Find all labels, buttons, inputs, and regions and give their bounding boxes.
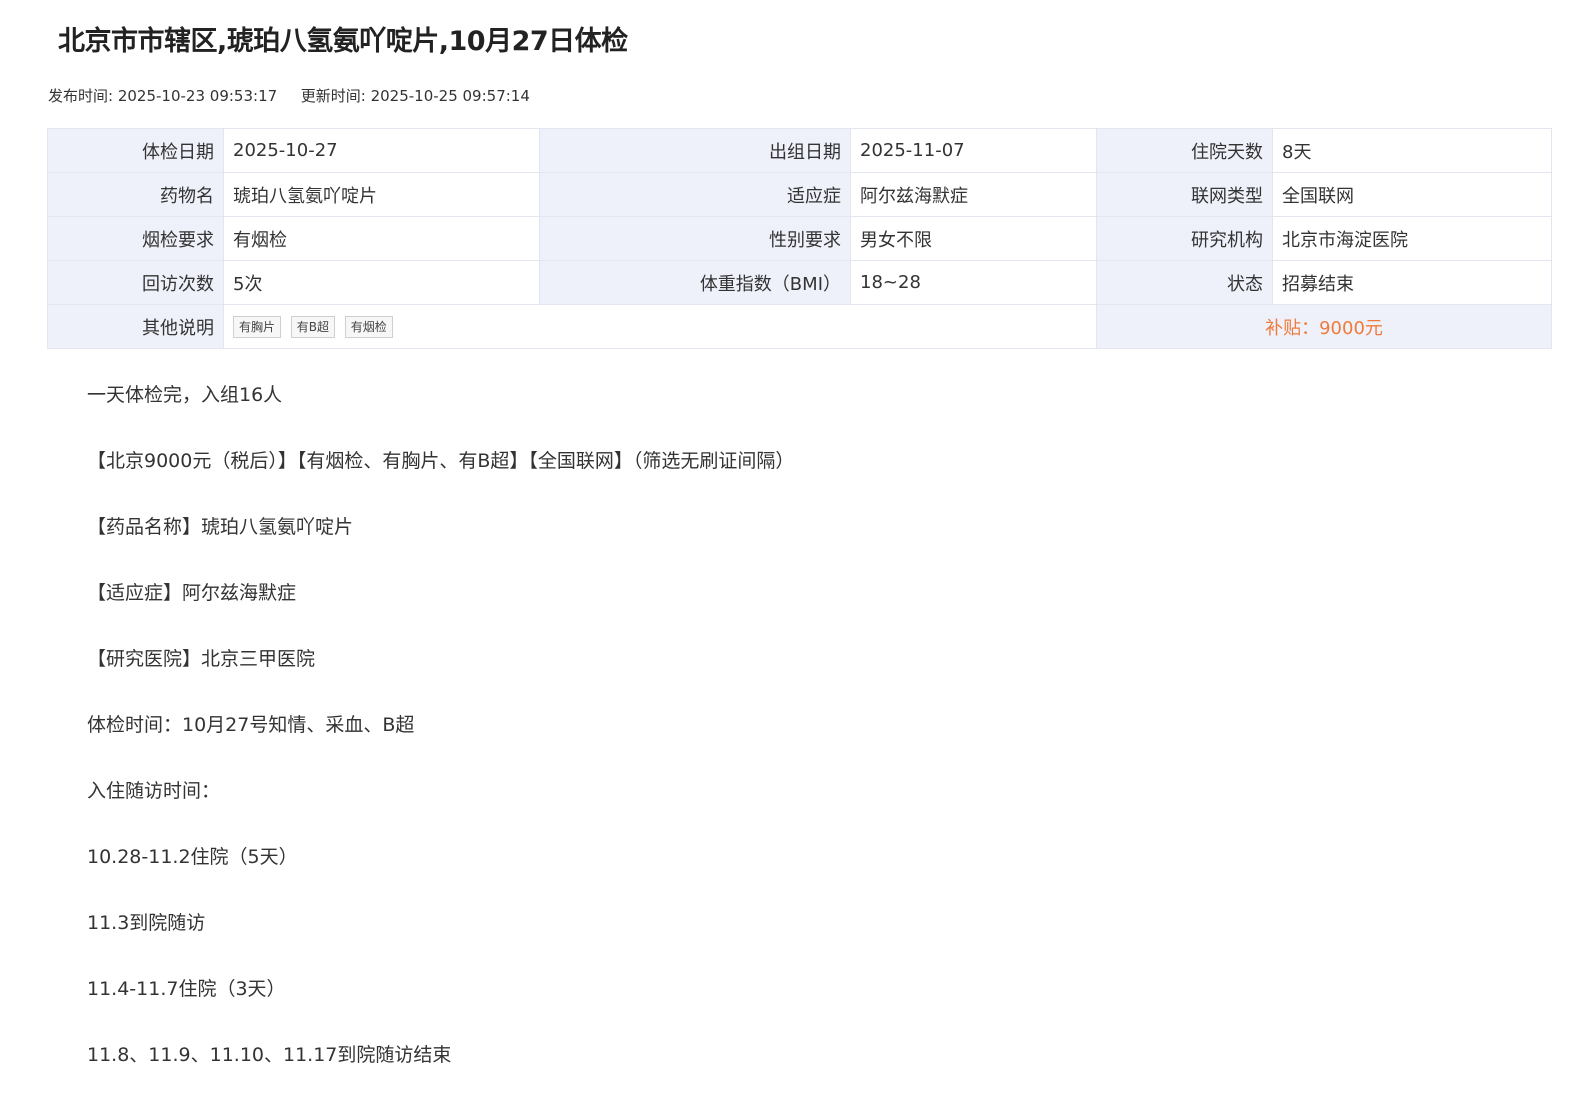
subsidy-amount: 补贴：9000元 [1096,304,1552,349]
page: 北京市市辖区,琥珀八氢氨吖啶片,10月27日体检 发布时间: 2025-10-2… [0,0,1589,1107]
exit-date-label: 出组日期 [539,128,851,173]
bmi-value: 18~28 [850,260,1097,305]
paragraph: 入住随访时间： [87,780,221,802]
exam-date-value: 2025-10-27 [223,128,540,173]
hospital-days-label: 住院天数 [1096,128,1273,173]
status-label: 状态 [1096,260,1273,305]
info-row: 药物名 琥珀八氢氨吖啶片 适应症 阿尔兹海默症 联网类型 全国联网 [47,172,1552,217]
update-time-label: 更新时间: [300,87,366,105]
indication-value: 阿尔兹海默症 [850,172,1097,217]
paragraph: 11.3到院随访 [87,912,206,934]
update-time: 2025-10-25 09:57:14 [370,87,530,105]
tag: 有胸片 [233,315,282,338]
tag: 有烟检 [344,315,393,338]
article-body: 一天体检完，入组16人 【北京9000元（税后）】【有烟检、有胸片、有B超】【全… [87,376,1537,1102]
paragraph: 一天体检完，入组16人 [87,384,283,406]
drug-name-label: 药物名 [47,172,224,217]
other-notes-label: 其他说明 [47,304,224,349]
visit-count-value: 5次 [223,260,540,305]
smoke-check-label: 烟检要求 [47,216,224,261]
info-row: 体检日期 2025-10-27 出组日期 2025-11-07 住院天数 8天 [47,128,1552,173]
paragraph: 10.28-11.2住院（5天） [87,846,298,868]
status-value: 招募结束 [1272,260,1552,305]
info-row: 烟检要求 有烟检 性别要求 男女不限 研究机构 北京市海淀医院 [47,216,1552,261]
paragraph: 【适应症】阿尔兹海默症 [87,582,297,604]
trial-info-table: 体检日期 2025-10-27 出组日期 2025-11-07 住院天数 8天 … [47,128,1552,349]
info-row: 回访次数 5次 体重指数（BMI） 18~28 状态 招募结束 [47,260,1552,305]
paragraph: 【研究医院】北京三甲医院 [87,648,316,670]
paragraph: 体检时间：10月27号知情、采血、B超 [87,714,415,736]
exit-date-value: 2025-11-07 [850,128,1097,173]
page-title: 北京市市辖区,琥珀八氢氨吖啶片,10月27日体检 [58,26,628,57]
indication-label: 适应症 [539,172,851,217]
paragraph: 【北京9000元（税后）】【有烟检、有胸片、有B超】【全国联网】（筛选无刷证间隔… [87,450,795,472]
visit-count-label: 回访次数 [47,260,224,305]
paragraph: 【药品名称】琥珀八氢氨吖啶片 [87,516,354,538]
network-type-value: 全国联网 [1272,172,1552,217]
other-notes-tags: 有胸片 有B超 有烟检 [223,304,1097,349]
tag: 有B超 [290,315,335,338]
paragraph: 11.4-11.7住院（3天） [87,978,286,1000]
publish-time: 2025-10-23 09:53:17 [117,87,278,105]
publish-time-label: 发布时间: [48,87,114,105]
institution-label: 研究机构 [1096,216,1273,261]
hospital-days-value: 8天 [1272,128,1552,173]
gender-value: 男女不限 [850,216,1097,261]
post-meta: 发布时间: 2025-10-23 09:53:17 更新时间: 2025-10-… [48,86,530,106]
gender-label: 性别要求 [539,216,851,261]
paragraph: 11.8、11.9、11.10、11.17到院随访结束 [87,1044,452,1066]
institution-value: 北京市海淀医院 [1272,216,1552,261]
exam-date-label: 体检日期 [47,128,224,173]
info-row: 其他说明 有胸片 有B超 有烟检 补贴：9000元 [47,304,1552,349]
smoke-check-value: 有烟检 [223,216,540,261]
bmi-label: 体重指数（BMI） [539,260,851,305]
network-type-label: 联网类型 [1096,172,1273,217]
drug-name-value: 琥珀八氢氨吖啶片 [223,172,540,217]
